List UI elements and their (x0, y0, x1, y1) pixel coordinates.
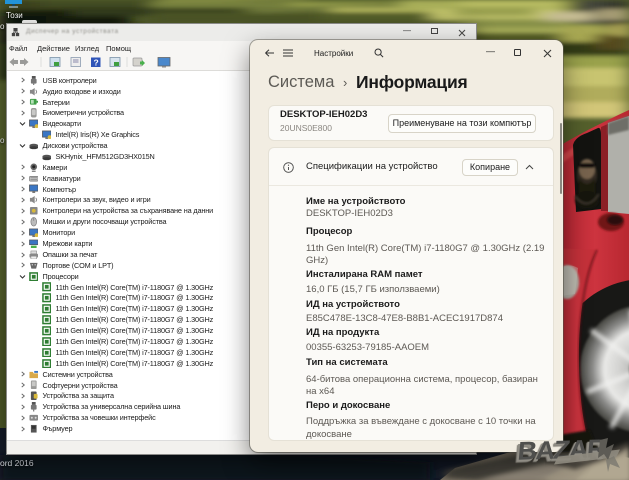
svg-text:?: ? (94, 58, 99, 68)
